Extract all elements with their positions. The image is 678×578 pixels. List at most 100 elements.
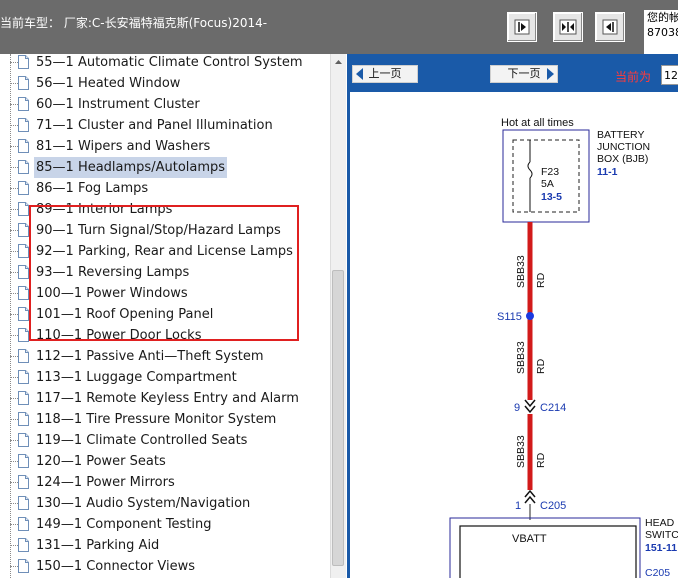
car-model-label: 当前车型： 厂家:C-长安福特福克斯(Focus)2014- bbox=[0, 16, 268, 30]
tree-item[interactable]: 92—1 Parking, Rear and License Lamps bbox=[10, 241, 330, 262]
tree-item[interactable]: 113—1 Luggage Compartment bbox=[10, 367, 330, 388]
headlamp-switch-box bbox=[449, 517, 641, 578]
tree-item-label: 124—1 Power Mirrors bbox=[36, 475, 175, 490]
fuse-symbol bbox=[527, 161, 533, 179]
next-page-button[interactable]: 下一页 bbox=[490, 65, 558, 83]
fuse-rating: 5A bbox=[541, 178, 554, 190]
document-icon bbox=[18, 118, 29, 132]
hot-at-all-times-label: Hot at all times bbox=[501, 117, 574, 129]
tree-connector-line bbox=[10, 503, 18, 504]
connector-c214-label: C214 bbox=[540, 402, 566, 414]
tree-item[interactable]: 150—1 Connector Views bbox=[10, 556, 330, 577]
tree-item[interactable]: 56—1 Heated Window bbox=[10, 73, 330, 94]
document-icon bbox=[18, 244, 29, 258]
top-bar: 当前车型： 厂家:C-长安福特福克斯(Focus)2014- 您的帐 87038 bbox=[0, 0, 678, 54]
switch-label-line1: HEAD bbox=[645, 517, 675, 529]
tree-item[interactable]: 85—1 Headlamps/Autolamps bbox=[10, 157, 330, 178]
document-icon bbox=[18, 370, 29, 384]
fuse-ref: 13-5 bbox=[541, 191, 562, 203]
tree-item[interactable]: 124—1 Power Mirrors bbox=[10, 472, 330, 493]
document-icon bbox=[18, 349, 29, 363]
document-icon bbox=[18, 97, 29, 111]
headlamp-switch-inner bbox=[459, 525, 637, 578]
tree-item[interactable]: 86—1 Fog Lamps bbox=[10, 178, 330, 199]
tree-connector-line bbox=[10, 167, 18, 168]
prev-page-button[interactable]: 上一页 bbox=[352, 65, 418, 83]
tree-scrollbar[interactable] bbox=[330, 54, 346, 578]
tree-item[interactable]: 81—1 Wipers and Washers bbox=[10, 136, 330, 157]
document-icon bbox=[18, 559, 29, 573]
tree-item[interactable]: 100—1 Power Windows bbox=[10, 283, 330, 304]
tree-item-label: 113—1 Luggage Compartment bbox=[36, 370, 237, 385]
fuse-name: F23 bbox=[541, 166, 559, 178]
tree-item-label: 110—1 Power Door Locks bbox=[36, 328, 202, 343]
wire-color-2: RD bbox=[535, 358, 547, 374]
tree-item[interactable]: 119—1 Climate Controlled Seats bbox=[10, 430, 330, 451]
next-icon bbox=[602, 19, 618, 35]
tree-item[interactable]: 117—1 Remote Keyless Entry and Alarm bbox=[10, 388, 330, 409]
tree-item[interactable]: 118—1 Tire Pressure Monitor System bbox=[10, 409, 330, 430]
document-icon bbox=[18, 307, 29, 321]
tree-item-label: 119—1 Climate Controlled Seats bbox=[36, 433, 248, 448]
tree-connector-line bbox=[10, 83, 18, 84]
switch-label-line2: SWITC bbox=[645, 529, 678, 541]
next-page-label: 下一页 bbox=[507, 67, 541, 80]
tree-item[interactable]: 71—1 Cluster and Panel Illumination bbox=[10, 115, 330, 136]
tree-connector-line bbox=[10, 356, 18, 357]
connector-c205-label: C205 bbox=[540, 500, 566, 512]
tree-item-label: 118—1 Tire Pressure Monitor System bbox=[36, 412, 277, 427]
document-icon bbox=[18, 286, 29, 300]
tree-item[interactable]: 130—1 Audio System/Navigation bbox=[10, 493, 330, 514]
tree-item[interactable]: 93—1 Reversing Lamps bbox=[10, 262, 330, 283]
tree-connector-line bbox=[10, 62, 18, 63]
user-info: 您的帐 87038 bbox=[644, 10, 678, 54]
tree-item[interactable]: 60—1 Instrument Cluster bbox=[10, 94, 330, 115]
connector-c205-bottom-label: C205 bbox=[645, 567, 670, 578]
document-icon bbox=[18, 538, 29, 552]
tree-item-label: 85—1 Headlamps/Autolamps bbox=[34, 157, 228, 178]
prev-diagram-button[interactable] bbox=[507, 12, 537, 42]
tree-item[interactable]: 112—1 Passive Anti—Theft System bbox=[10, 346, 330, 367]
tree-item[interactable]: 101—1 Roof Opening Panel bbox=[10, 304, 330, 325]
pin-9-label: 9 bbox=[514, 402, 520, 414]
bjb-label-line3: BOX (BJB) bbox=[597, 153, 648, 165]
tree-item[interactable]: 110—1 Power Door Locks bbox=[10, 325, 330, 346]
document-icon bbox=[18, 265, 29, 279]
tree-connector-line bbox=[10, 146, 18, 147]
prev-icon bbox=[514, 19, 530, 35]
tree-item[interactable]: 149—1 Component Testing bbox=[10, 514, 330, 535]
tree-item[interactable]: 89—1 Interior Lamps bbox=[10, 199, 330, 220]
tree-connector-line bbox=[10, 188, 18, 189]
page-number-input[interactable] bbox=[661, 65, 678, 85]
tree-item-label: 89—1 Interior Lamps bbox=[36, 202, 173, 217]
tree-item-label: 112—1 Passive Anti—Theft System bbox=[36, 349, 264, 364]
fit-diagram-button[interactable] bbox=[553, 12, 583, 42]
splice-dot bbox=[526, 312, 534, 320]
connector-c214-symbol bbox=[524, 399, 536, 408]
tree-item[interactable]: 90—1 Turn Signal/Stop/Hazard Lamps bbox=[10, 220, 330, 241]
current-page-label: 当前为 bbox=[615, 70, 652, 84]
scroll-up-button[interactable] bbox=[331, 54, 346, 70]
document-icon bbox=[18, 475, 29, 489]
wiring-diagram: Hot at all times BATTERY JUNCTION BOX (B… bbox=[449, 117, 678, 578]
document-icon bbox=[18, 202, 29, 216]
diagram-panel: 上一页 下一页 当前为 Hot at all times BATTERY JUN… bbox=[347, 54, 678, 578]
next-diagram-button[interactable] bbox=[595, 12, 625, 42]
document-icon bbox=[18, 454, 29, 468]
tree-item-label: 149—1 Component Testing bbox=[36, 517, 212, 532]
bjb-label-line1: BATTERY bbox=[597, 129, 644, 141]
tree-connector-line bbox=[10, 209, 18, 210]
tree-item[interactable]: 55—1 Automatic Climate Control System bbox=[10, 54, 330, 73]
tree-item-label: 71—1 Cluster and Panel Illumination bbox=[36, 118, 273, 133]
arrow-right-icon bbox=[547, 68, 554, 80]
tree-item-label: 117—1 Remote Keyless Entry and Alarm bbox=[36, 391, 299, 406]
chevron-up-icon bbox=[335, 60, 342, 64]
tree-item[interactable]: 120—1 Power Seats bbox=[10, 451, 330, 472]
tree-connector-line bbox=[10, 104, 18, 105]
tree-item[interactable]: 131—1 Parking Aid bbox=[10, 535, 330, 556]
document-icon bbox=[18, 76, 29, 90]
scroll-thumb[interactable] bbox=[332, 270, 344, 566]
tree-item-label: 86—1 Fog Lamps bbox=[36, 181, 149, 196]
tree-item-label: 60—1 Instrument Cluster bbox=[36, 97, 200, 112]
tree-connector-line bbox=[10, 251, 18, 252]
